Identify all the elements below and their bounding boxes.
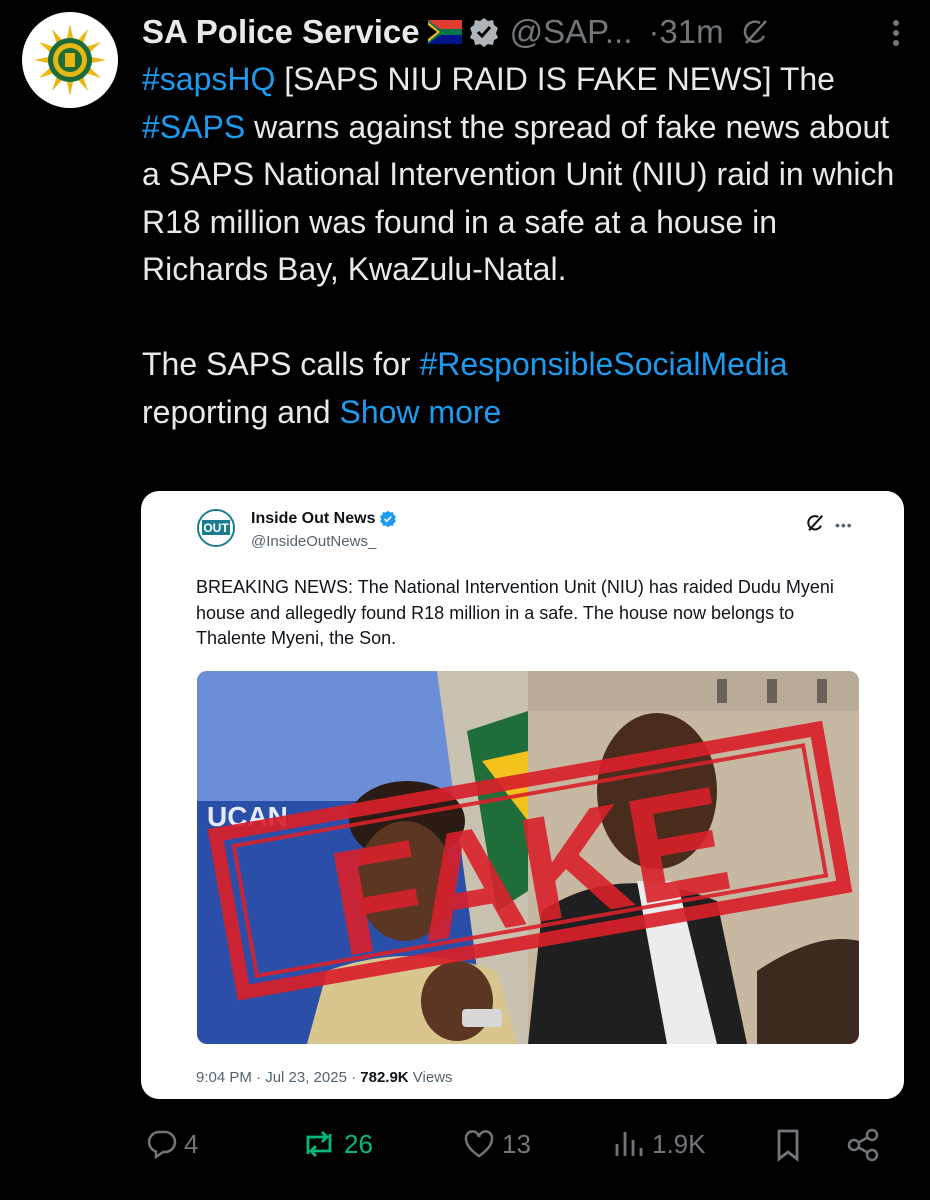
- like-count: 13: [502, 1128, 531, 1159]
- attached-image-card[interactable]: OUT Inside Out News @InsideOutNews_ ••• …: [141, 491, 904, 1099]
- bookmark-button[interactable]: [774, 1128, 802, 1162]
- bookmark-icon: [777, 1129, 799, 1162]
- quoted-text: BREAKING NEWS: The National Intervention…: [196, 577, 834, 648]
- post-header: SA Police Service @SAP... ·31m: [142, 10, 910, 54]
- quoted-author-name-text: Inside Out News: [251, 510, 376, 527]
- views-chart-icon: [615, 1132, 643, 1156]
- south-africa-flag-icon: [427, 20, 462, 44]
- like-button[interactable]: 13: [462, 1128, 531, 1160]
- hashtag-sapshq[interactable]: #sapsHQ: [142, 61, 275, 97]
- show-more-link[interactable]: Show more: [339, 394, 501, 430]
- author-name[interactable]: SA Police Service: [142, 13, 420, 51]
- repost-count: 26: [344, 1128, 373, 1159]
- post-text-segment: The SAPS calls for: [142, 346, 420, 382]
- quoted-author-name: Inside Out News: [251, 510, 397, 528]
- quoted-timestamp: 9:04 PM · Jul 23, 2025 ·: [196, 1069, 361, 1086]
- fake-stamp-photo: UCAN FAKE: [197, 671, 859, 1044]
- verified-badge-icon: [468, 16, 500, 48]
- post-text-segment: warns against the spread of fake news ab…: [142, 108, 895, 288]
- repost-button[interactable]: 26: [300, 1128, 373, 1160]
- quoted-views-count: 782.9K: [360, 1069, 409, 1086]
- quoted-verified-icon: [380, 510, 397, 528]
- post-time[interactable]: ·31m: [648, 13, 723, 51]
- quoted-views-label: Views: [408, 1069, 453, 1086]
- quoted-grok-icon: [805, 513, 825, 538]
- author-avatar[interactable]: [22, 12, 118, 108]
- grok-icon[interactable]: [740, 17, 770, 47]
- views-button[interactable]: 1.9K: [612, 1128, 706, 1160]
- reply-icon: [147, 1130, 177, 1160]
- repost-icon: [306, 1131, 332, 1157]
- views-count: 1.9K: [652, 1128, 706, 1159]
- quoted-meta: 9:04 PM · Jul 23, 2025 · 782.9K Views: [196, 1069, 453, 1086]
- more-options-icon[interactable]: [892, 18, 900, 53]
- post-paragraph-1: #sapsHQ [SAPS NIU RAID IS FAKE NEWS] The…: [142, 56, 912, 294]
- action-bar: 4 26 13 1.9K: [0, 1118, 930, 1174]
- heart-icon: [464, 1130, 494, 1158]
- hashtag-saps[interactable]: #SAPS: [142, 109, 245, 145]
- quoted-author-avatar: OUT: [197, 509, 235, 547]
- post-text-segment: [SAPS NIU RAID IS FAKE NEWS] The: [275, 61, 835, 97]
- author-handle[interactable]: @SAP...: [510, 13, 633, 51]
- share-button[interactable]: [846, 1128, 880, 1162]
- reply-button[interactable]: 4: [146, 1128, 198, 1160]
- quoted-author-handle: @InsideOutNews_: [251, 533, 377, 550]
- post-paragraph-2: The SAPS calls for #ResponsibleSocialMed…: [142, 341, 912, 436]
- hashtag-responsiblesocialmedia[interactable]: #ResponsibleSocialMedia: [419, 346, 787, 382]
- post-text: #sapsHQ [SAPS NIU RAID IS FAKE NEWS] The…: [142, 56, 912, 436]
- saps-logo-icon: [34, 24, 106, 96]
- quoted-avatar-text: OUT: [203, 521, 229, 535]
- share-icon: [847, 1128, 879, 1162]
- reply-count: 4: [184, 1128, 199, 1159]
- post-text-segment: reporting and: [142, 393, 340, 430]
- quoted-more-icon: •••: [835, 517, 853, 533]
